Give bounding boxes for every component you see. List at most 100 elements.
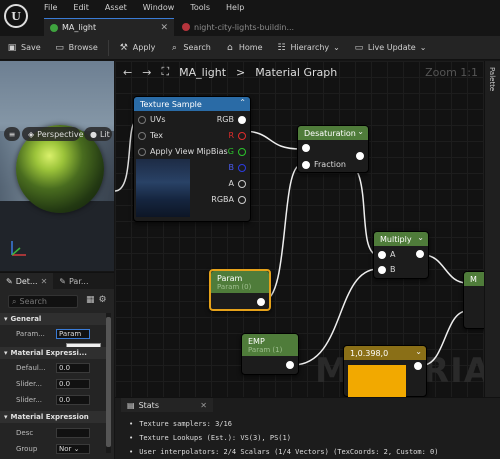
tab-night-city[interactable]: night-city-lights-buildin... xyxy=(176,18,316,36)
close-icon[interactable]: ✕ xyxy=(200,401,207,410)
section-material-expression-parameter[interactable]: ▾ Material Expressi... xyxy=(0,347,106,359)
param-node[interactable]: Param Param (0) xyxy=(209,269,271,311)
section-general[interactable]: ▾ General xyxy=(0,313,106,325)
default-value-row: Defaul... 0.0 xyxy=(16,362,110,374)
pin-label: Fraction xyxy=(314,160,346,169)
pin-rgb[interactable]: RGB xyxy=(217,115,246,124)
slider-max-label: Slider... xyxy=(16,396,42,404)
multiply-node[interactable]: Multiply ⌄ A B xyxy=(373,231,429,279)
group-dropdown[interactable]: Nor ⌄ xyxy=(56,444,90,454)
pin-a[interactable]: A xyxy=(229,179,246,188)
pin-input[interactable] xyxy=(302,144,310,152)
slider-max-row: Slider... 0.0 xyxy=(16,394,110,406)
palette-side-tab[interactable]: Palette xyxy=(484,61,500,397)
pin-rgba[interactable]: RGBA xyxy=(211,195,246,204)
collapse-icon[interactable]: ⌄ xyxy=(417,233,424,242)
partial-node[interactable]: M xyxy=(463,271,484,329)
home-button[interactable]: ⌂ Home xyxy=(218,38,270,58)
perspective-button[interactable]: ◈ Perspective xyxy=(22,127,84,141)
pin-output[interactable] xyxy=(286,361,294,369)
collapse-icon[interactable]: ⌄ xyxy=(415,347,422,356)
tab-label: MA_light xyxy=(62,23,97,32)
tab-details[interactable]: ✎ Det... ✕ xyxy=(0,273,54,289)
details-search-input[interactable]: ⌕ Search xyxy=(8,295,78,308)
pin-output[interactable] xyxy=(257,298,265,306)
pin-tex[interactable]: Tex xyxy=(138,131,163,140)
param-name-field[interactable]: Param xyxy=(56,329,90,339)
tab-stats[interactable]: ▤ Stats ✕ xyxy=(121,398,213,412)
emp-subtitle: Param (1) xyxy=(248,345,283,354)
section-material-expr-label: Material Expressi... xyxy=(10,349,87,357)
chevron-down-icon: ▾ xyxy=(4,315,8,323)
desc-field[interactable] xyxy=(56,428,90,438)
preview-viewport[interactable]: ≡ ◈ Perspective ● Lit xyxy=(0,61,114,271)
texture-sample-node[interactable]: Texture Sample ⌃ UVs Tex Apply View MipB… xyxy=(133,96,251,222)
pin-fraction[interactable]: Fraction xyxy=(302,160,346,169)
menu-asset[interactable]: Asset xyxy=(105,3,127,12)
pin-b[interactable]: B xyxy=(378,265,396,274)
material-graph-canvas[interactable]: ← → ⛶ MA_light > Material Graph Zoom 1:1… xyxy=(115,61,484,397)
emp-node[interactable]: EMP Param (1) xyxy=(241,333,299,375)
pin-output[interactable] xyxy=(416,250,424,258)
chevron-down-icon: ▾ xyxy=(4,413,8,421)
tab-ma-light[interactable]: MA_light ✕ xyxy=(44,18,174,36)
slider-min-field[interactable]: 0.0 xyxy=(56,379,90,389)
output-pin-icon xyxy=(238,131,246,140)
pin-label: G xyxy=(227,147,234,156)
save-label: Save xyxy=(21,43,41,52)
node-title: 1,0.398,0 ⌄ xyxy=(344,346,426,360)
lit-button[interactable]: ● Lit xyxy=(84,127,112,141)
save-icon: ▣ xyxy=(7,42,17,53)
search-placeholder: Search xyxy=(19,297,47,306)
viewport-menu-button[interactable]: ≡ xyxy=(4,127,20,141)
output-pin-icon xyxy=(356,152,364,160)
details-scroll-thumb[interactable] xyxy=(106,317,111,447)
collapse-icon[interactable]: ⌃ xyxy=(239,98,246,107)
hamburger-icon: ≡ xyxy=(8,129,16,139)
unreal-logo-icon[interactable]: U xyxy=(4,4,28,28)
constant-color-node[interactable]: 1,0.398,0 ⌄ xyxy=(343,345,427,397)
close-icon[interactable]: ✕ xyxy=(160,23,168,33)
menu-tools[interactable]: Tools xyxy=(190,3,210,12)
pin-label: R xyxy=(228,131,234,140)
gear-icon[interactable]: ⚙ xyxy=(99,295,107,305)
pin-r[interactable]: R xyxy=(228,131,246,140)
chevron-down-icon: ⌄ xyxy=(419,43,427,52)
input-pin-icon xyxy=(378,250,386,259)
pin-g[interactable]: G xyxy=(228,147,246,156)
live-update-button[interactable]: ▭ Live Update ⌄ xyxy=(347,38,434,58)
pin-output[interactable] xyxy=(414,362,422,370)
collapse-icon[interactable]: ⌄ xyxy=(357,127,364,136)
slider-min-row: Slider... 0.0 xyxy=(16,378,110,390)
menu-help[interactable]: Help xyxy=(226,3,244,12)
lit-label: Lit xyxy=(99,129,110,139)
hammer-icon: ⚒ xyxy=(119,42,128,53)
parameters-tab-label: Par... xyxy=(68,276,89,286)
output-pin-icon xyxy=(416,250,424,258)
search-button[interactable]: ⌕ Search xyxy=(162,38,217,58)
slider-max-field[interactable]: 0.0 xyxy=(56,395,90,405)
tab-parameters[interactable]: ✎ Par... xyxy=(53,273,94,289)
browse-button[interactable]: ▭ Browse xyxy=(48,38,105,58)
pin-mipbias[interactable]: Apply View MipBias xyxy=(138,147,228,156)
menu-file[interactable]: File xyxy=(44,3,57,12)
close-icon[interactable]: ✕ xyxy=(41,277,48,286)
pin-output[interactable] xyxy=(356,152,364,160)
apply-button[interactable]: ⚒ Apply xyxy=(112,38,163,58)
menu-edit[interactable]: Edit xyxy=(73,3,89,12)
hierarchy-button[interactable]: ☷ Hierarchy ⌄ xyxy=(269,38,346,58)
default-value-label: Defaul... xyxy=(16,364,46,372)
pin-b[interactable]: B xyxy=(229,163,246,172)
pin-a[interactable]: A xyxy=(378,250,395,259)
details-panel: ✎ Det... ✕ ✎ Par... ⌕ Search ▦ ⚙ ▾ Gener… xyxy=(0,272,114,459)
pin-uvs[interactable]: UVs xyxy=(138,115,166,124)
table-view-icon[interactable]: ▦ xyxy=(86,295,95,305)
pin-label: UVs xyxy=(150,115,166,124)
default-value-field[interactable]: 0.0 xyxy=(56,363,90,373)
output-pin-icon xyxy=(238,179,246,188)
section-material-expression[interactable]: ▾ Material Expression xyxy=(0,411,106,423)
save-button[interactable]: ▣ Save xyxy=(0,38,48,58)
menu-window[interactable]: Window xyxy=(143,3,175,12)
group-label: Group xyxy=(16,445,38,453)
desaturation-node[interactable]: Desaturation ⌄ Fraction xyxy=(297,125,369,173)
